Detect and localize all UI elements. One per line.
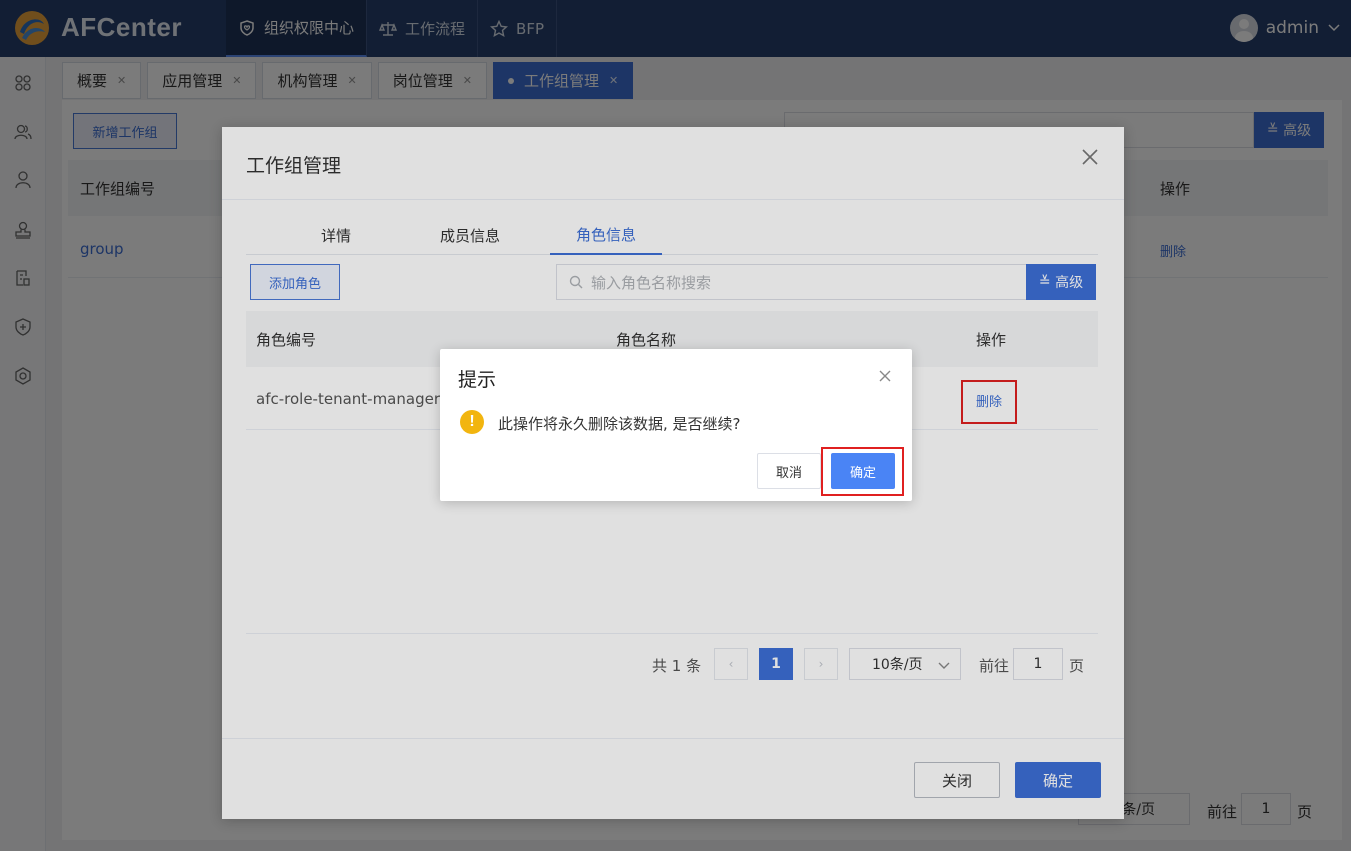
warning-icon: ! [460, 410, 484, 434]
close-icon[interactable] [878, 369, 892, 383]
confirm-title: 提示 [458, 369, 497, 391]
confirm-message: 此操作将永久删除该数据, 是否继续? [498, 415, 741, 433]
confirm-dialog: 提示 ! 此操作将永久删除该数据, 是否继续? 取消 确定 [440, 349, 912, 501]
highlight-box [821, 447, 904, 496]
cancel-button[interactable]: 取消 [757, 453, 821, 489]
